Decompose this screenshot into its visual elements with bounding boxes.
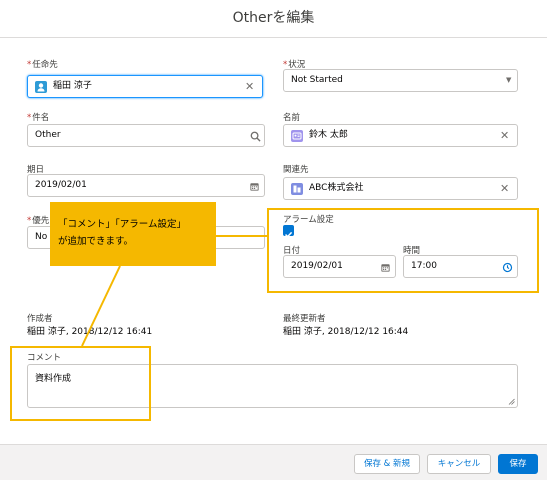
callout-line-2: が追加できます。: [58, 236, 134, 247]
cancel-button[interactable]: キャンセル: [427, 454, 491, 474]
callout-line-1: 「コメント」「アラーム設定」: [58, 219, 186, 230]
modal-footer: 保存 & 新規 キャンセル 保存: [0, 444, 547, 480]
save-and-new-button[interactable]: 保存 & 新規: [354, 454, 420, 474]
save-button[interactable]: 保存: [498, 454, 538, 474]
annotation-callout: 「コメント」「アラーム設定」 が追加できます。: [50, 202, 216, 266]
